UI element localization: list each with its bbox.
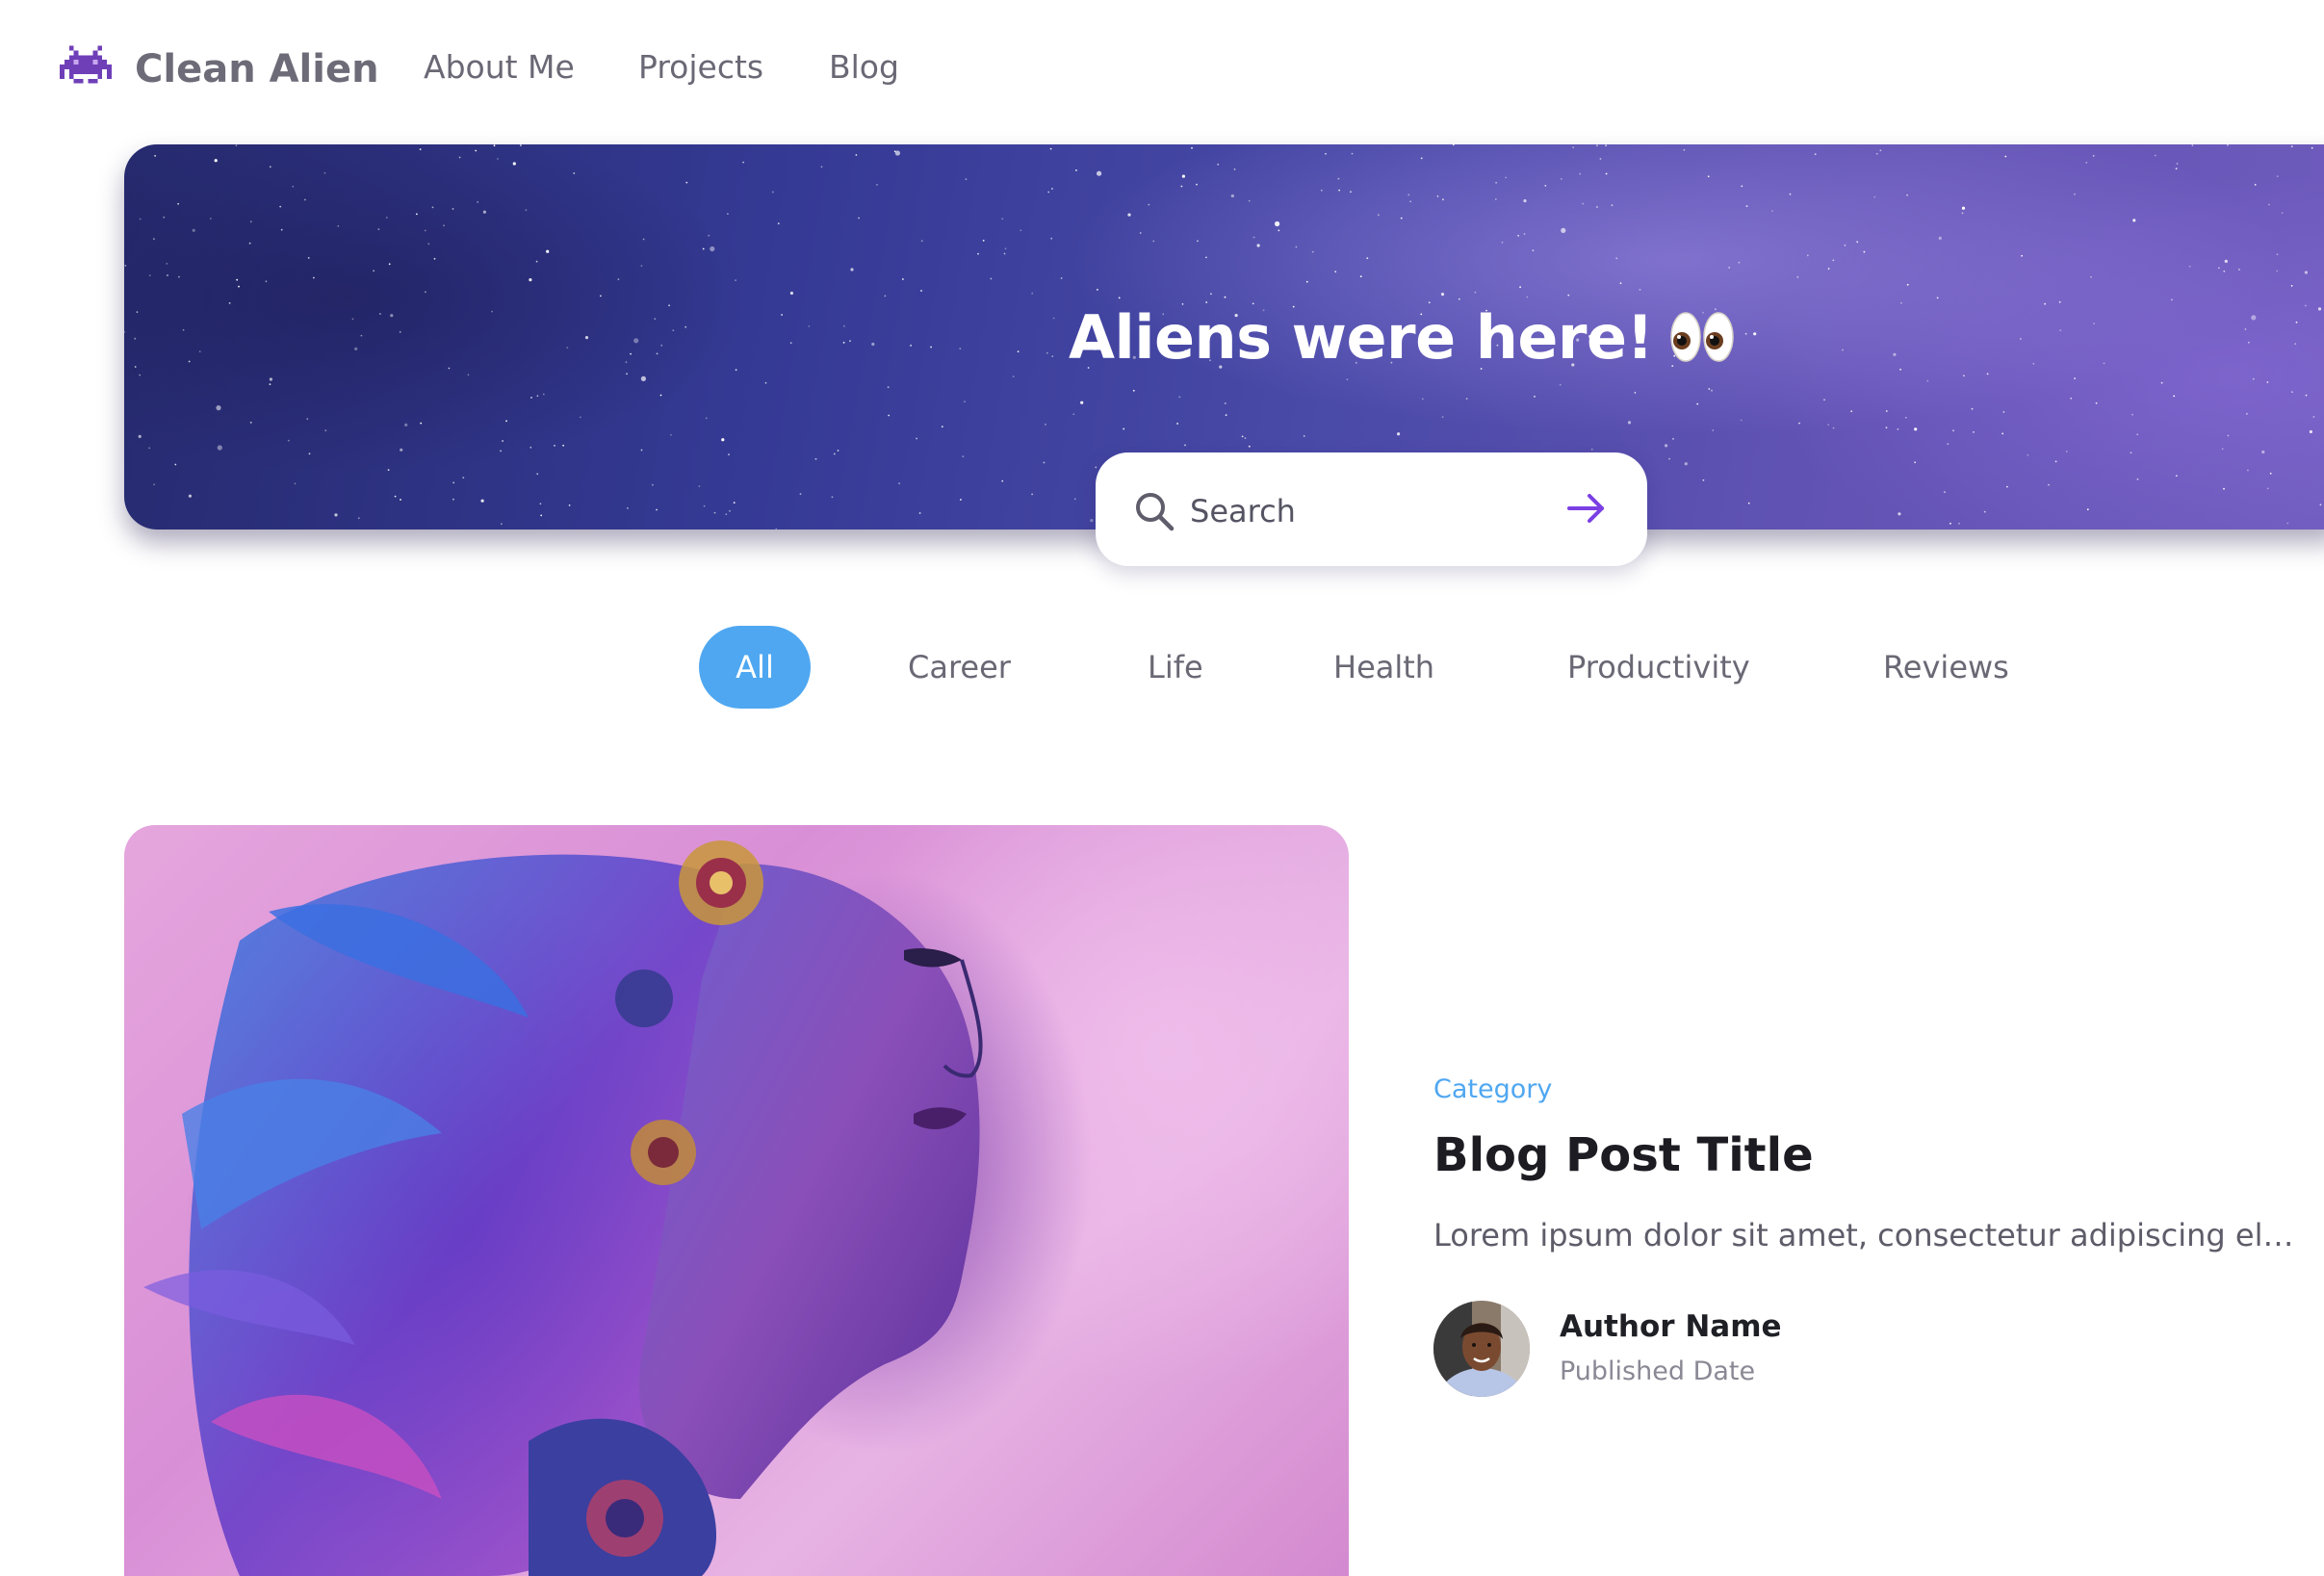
- filter-life[interactable]: Life: [1148, 626, 1203, 709]
- site-name: Clean Alien: [135, 47, 379, 91]
- alien-portrait-illustration: [143, 840, 983, 1576]
- arrow-right-icon: [1567, 494, 1604, 523]
- published-date: Published Date: [1560, 1356, 1756, 1386]
- post-title[interactable]: Blog Post Title: [1433, 1128, 1814, 1182]
- search-bar: [1096, 452, 1647, 566]
- filter-all[interactable]: All: [699, 626, 811, 709]
- nav-blog[interactable]: Blog: [829, 48, 899, 86]
- hero-title: Aliens were here!: [1069, 301, 1654, 373]
- featured-post-image[interactable]: [124, 825, 1349, 1576]
- nav-about-me[interactable]: About Me: [424, 48, 575, 86]
- author-photo: [1433, 1301, 1530, 1397]
- eyes-icon: [1670, 312, 1735, 362]
- space-invader-icon: [60, 45, 112, 84]
- post-category[interactable]: Category: [1433, 1074, 1552, 1104]
- filter-health[interactable]: Health: [1333, 626, 1434, 709]
- site-logo[interactable]: Clean Alien: [60, 42, 379, 96]
- nav-projects[interactable]: Projects: [638, 48, 763, 86]
- filter-career[interactable]: Career: [908, 626, 1011, 709]
- search-input[interactable]: [1188, 481, 1558, 541]
- author-name[interactable]: Author Name: [1560, 1309, 1782, 1344]
- search-icon: [1136, 493, 1175, 531]
- hero-heading: Aliens were here!: [1069, 298, 1735, 375]
- post-excerpt: Lorem ipsum dolor sit amet, consectetur …: [1433, 1217, 2300, 1253]
- search-submit-button[interactable]: [1562, 483, 1612, 533]
- avatar[interactable]: [1433, 1301, 1530, 1397]
- filter-productivity[interactable]: Productivity: [1567, 626, 1750, 709]
- site-header: Clean Alien About Me Projects Blog: [0, 0, 2324, 140]
- filter-reviews[interactable]: Reviews: [1883, 626, 2009, 709]
